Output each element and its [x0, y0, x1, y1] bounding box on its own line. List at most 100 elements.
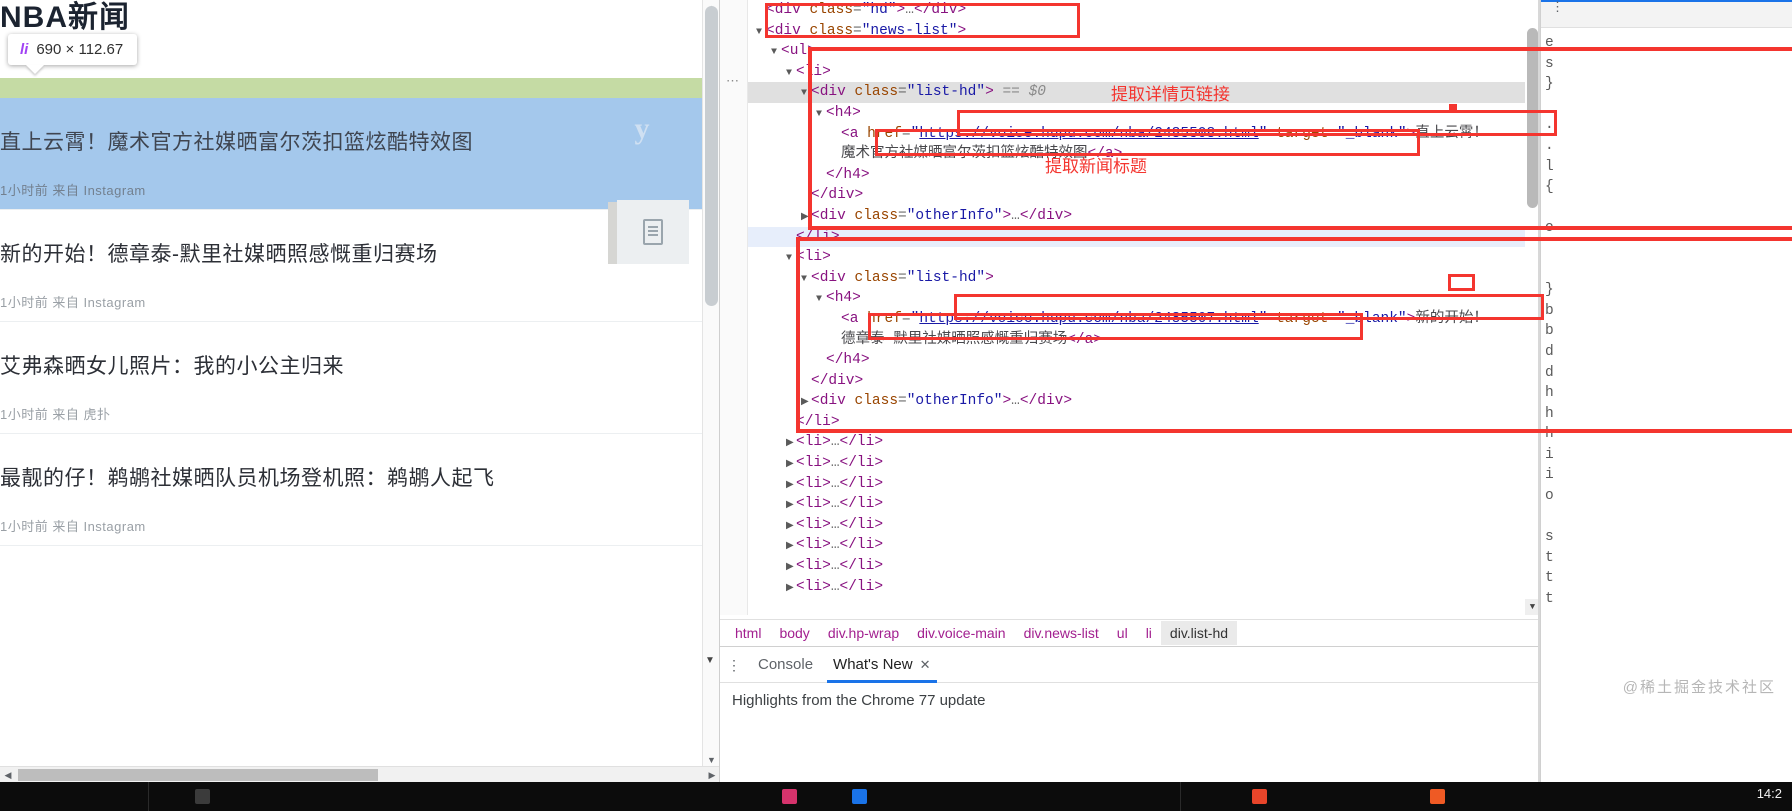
disclosure-triangle-icon[interactable]	[786, 496, 796, 517]
disclosure-triangle-icon[interactable]	[801, 84, 811, 105]
breadcrumb-item[interactable]: div.list-hd	[1160, 621, 1238, 645]
scroll-right-arrow-icon[interactable]: ▶	[704, 767, 719, 782]
styles-toolbar[interactable]: ⋮	[1541, 0, 1792, 28]
dom-tree-line[interactable]: <li>…</li>	[748, 556, 1538, 577]
dom-tree-line[interactable]: <h4>	[748, 103, 1538, 124]
horizontal-scrollbar-thumb[interactable]	[18, 769, 378, 781]
dom-tree-line[interactable]: <h4>	[748, 288, 1538, 309]
disclosure-triangle-icon[interactable]	[786, 579, 796, 600]
dom-tree-line[interactable]: <li>…</li>	[748, 515, 1538, 536]
styles-panel[interactable]: ⋮ e s} .. l{ o } b b d d h h h i i o sttt	[1540, 0, 1792, 782]
dom-tree-line[interactable]: <a href="https://voice.hupu.com/nba/2485…	[748, 124, 1538, 145]
dom-tree-line[interactable]: <div class="news-list">	[748, 21, 1538, 42]
breadcrumb-item[interactable]: html	[726, 621, 770, 645]
styles-line	[1545, 239, 1792, 260]
breadcrumb-item[interactable]: li	[1137, 621, 1161, 645]
disclosure-triangle-icon[interactable]	[801, 208, 811, 229]
disclosure-triangle-icon[interactable]	[786, 249, 796, 270]
dom-tree-line[interactable]: <li>	[748, 247, 1538, 268]
breadcrumb-item[interactable]: div.voice-main	[908, 621, 1014, 645]
devtools-drawer: ▼ ⋮ Console What's New ✕ Highlights from t…	[705, 646, 1540, 782]
disclosure-triangle-icon[interactable]	[786, 537, 796, 558]
dom-tree-line[interactable]: <li>…</li>	[748, 453, 1538, 474]
disclosure-triangle-icon[interactable]	[816, 290, 826, 311]
news-title[interactable]: 直上云霄！魔术官方社媒晒富尔茨扣篮炫酷特效图	[0, 126, 473, 156]
dom-tree-line[interactable]: <div class="list-hd">	[748, 268, 1538, 289]
dom-tree-line[interactable]: <div class="otherInfo">…</div>	[748, 391, 1538, 412]
breadcrumb-item[interactable]: body	[770, 621, 818, 645]
styles-line: i	[1545, 467, 1554, 484]
taskbar-icon-red[interactable]	[1252, 789, 1267, 804]
dom-tree-line[interactable]: <li>…</li>	[748, 494, 1538, 515]
disclosure-triangle-icon[interactable]	[801, 270, 811, 291]
close-icon[interactable]: ✕	[920, 657, 931, 672]
list-item[interactable]: 最靓的仔！鹈鹕社媒晒队员机场登机照：鹈鹕人起飞 1小时前 来自 Instagra…	[0, 434, 703, 546]
dom-tree-line[interactable]: <div class="otherInfo">…</div>	[748, 206, 1538, 227]
breadcrumb[interactable]: html body div.hp-wrap div.voice-main div.new…	[720, 619, 1540, 646]
styles-line: d	[1545, 343, 1554, 360]
elements-scrollbar-thumb[interactable]	[1527, 28, 1538, 208]
dom-tree-line[interactable]: </li>	[748, 226, 1538, 248]
watermark: @稀土掘金技术社区	[1622, 679, 1776, 696]
disclosure-triangle-icon[interactable]	[786, 455, 796, 476]
breadcrumb-item[interactable]: div.hp-wrap	[819, 621, 908, 645]
styles-line: b	[1545, 323, 1554, 340]
drawer-collapse-icon[interactable]: ▼	[700, 655, 720, 666]
dom-tree-line[interactable]: </h4>	[748, 350, 1538, 371]
news-title[interactable]: 新的开始！德章泰-默里社媒晒照感慨重归赛场	[0, 238, 438, 268]
page-title: NBA新闻	[0, 1, 130, 34]
dom-tree-line[interactable]: <li>…</li>	[748, 474, 1538, 495]
more-options-icon[interactable]: ⋮	[720, 658, 748, 672]
disclosure-triangle-icon[interactable]	[786, 558, 796, 579]
styles-line: h	[1545, 385, 1554, 402]
taskbar-icon-pink[interactable]	[782, 789, 797, 804]
styles-line: }	[1545, 76, 1554, 93]
screenshot-root: NBA新闻 直上云霄！魔术官方社媒晒富尔茨扣篮炫酷特效图 1小时前 来自 Ins…	[0, 0, 1792, 811]
taskbar[interactable]: 14:2	[0, 782, 1792, 811]
news-title[interactable]: 艾弗森晒女儿照片：我的小公主归来	[0, 350, 344, 380]
dom-tree-line[interactable]: <li>…</li>	[748, 432, 1538, 453]
styles-more-icon[interactable]: ⋮	[1551, 1, 1564, 14]
list-item[interactable]: 新的开始！德章泰-默里社媒晒照感慨重归赛场 1小时前 来自 Instagram	[0, 210, 703, 322]
vertical-scrollbar-thumb[interactable]	[705, 6, 718, 306]
taskbar-icon-1[interactable]	[195, 789, 210, 804]
disclosure-triangle-icon[interactable]	[786, 434, 796, 455]
drawer-tab-bar[interactable]: ▼ ⋮ Console What's New ✕	[705, 647, 1540, 683]
dom-tree-line[interactable]: </li>	[748, 412, 1538, 433]
breadcrumb-item[interactable]: ul	[1108, 621, 1137, 645]
dom-tree-line[interactable]: <div class="hd">…</div>	[748, 0, 1538, 21]
disclosure-triangle-icon[interactable]	[816, 105, 826, 126]
dom-tree-line[interactable]: </div>	[748, 371, 1538, 392]
drawer-tab[interactable]: What's New ✕	[823, 647, 940, 683]
dom-tree-line[interactable]: 德章泰-默里社媒晒照感慨重归赛场</a>	[748, 330, 1538, 351]
disclosure-triangle-icon[interactable]	[801, 393, 811, 414]
disclosure-triangle-icon[interactable]	[756, 23, 766, 44]
news-title[interactable]: 最靓的仔！鹈鹕社媒晒队员机场登机照：鹈鹕人起飞	[0, 462, 495, 492]
book-icon	[643, 219, 663, 245]
dom-tree-line[interactable]: <li>…</li>	[748, 535, 1538, 556]
taskbar-clock: 14:2	[1756, 786, 1782, 801]
breadcrumb-item[interactable]: div.news-list	[1015, 621, 1108, 645]
taskbar-icon-blue[interactable]	[852, 789, 867, 804]
dom-tree-line[interactable]: <li>…</li>	[748, 577, 1538, 598]
dom-tree-line[interactable]: </div>	[748, 185, 1538, 206]
dom-tree-line[interactable]: <ul>	[748, 41, 1538, 62]
disclosure-triangle-icon[interactable]	[786, 64, 796, 85]
styles-line: t	[1545, 570, 1554, 587]
overflow-dots-icon[interactable]: ⋯	[726, 74, 740, 89]
page-vertical-scrollbar[interactable]: ▲ ▼	[702, 0, 719, 769]
scroll-left-arrow-icon[interactable]: ◀	[0, 767, 16, 782]
dom-tree-line[interactable]: <a href="https://voice.hupu.com/nba/2485…	[748, 309, 1538, 330]
page-horizontal-scrollbar[interactable]: ◀ ▶	[0, 766, 719, 782]
disclosure-triangle-icon[interactable]	[771, 43, 781, 64]
taskbar-icon-orange[interactable]	[1430, 789, 1445, 804]
styles-line: o	[1545, 220, 1554, 237]
bookmark-widget[interactable]	[617, 200, 689, 264]
drawer-content: Highlights from the Chrome 77 update	[732, 692, 986, 709]
list-item[interactable]: 艾弗森晒女儿照片：我的小公主归来 1小时前 来自 虎扑	[0, 322, 703, 434]
drawer-tab[interactable]: Console	[748, 647, 823, 683]
disclosure-triangle-icon[interactable]	[786, 517, 796, 538]
list-item[interactable]: 直上云霄！魔术官方社媒晒富尔茨扣篮炫酷特效图 1小时前 来自 Instagram	[0, 98, 703, 210]
disclosure-triangle-icon[interactable]	[786, 476, 796, 497]
styles-line: e	[1545, 35, 1554, 51]
